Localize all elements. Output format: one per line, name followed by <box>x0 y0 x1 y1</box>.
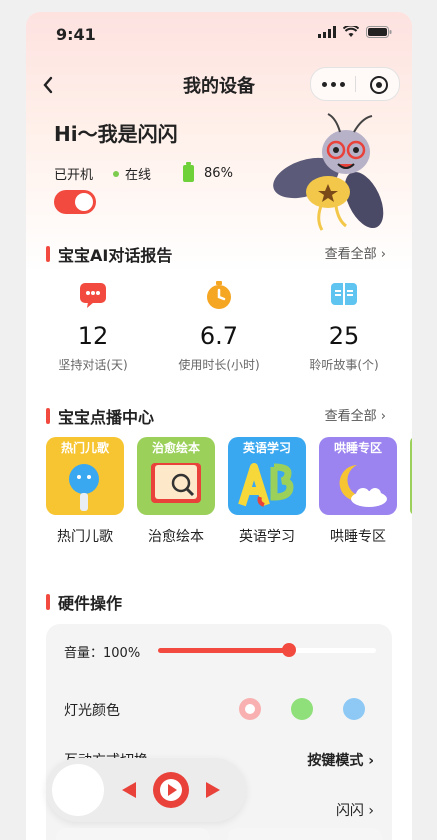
status-time: 9:41 <box>56 25 96 44</box>
category-card-partial[interactable] <box>410 437 412 515</box>
vod-section-title: 宝宝点播中心 <box>46 404 154 428</box>
vod-title: 宝宝点播中心 <box>58 408 155 427</box>
category-label: 治愈绘本 <box>148 529 204 545</box>
selected-ring <box>245 704 255 714</box>
picture-book-icon <box>151 463 201 503</box>
status-bar: 9:41 <box>26 12 412 56</box>
firefly-mascot-icon <box>273 113 384 231</box>
category-card-english[interactable]: 英语学习 <box>228 437 306 515</box>
wifi-icon <box>343 26 359 37</box>
section-marker <box>46 408 50 424</box>
section-marker <box>46 246 50 262</box>
stat-value: 25 <box>328 322 360 350</box>
stat-chat-days: 12 坚持对话(天) <box>33 280 153 373</box>
album-cover[interactable] <box>52 764 104 816</box>
device-name-value[interactable]: 闪闪 › <box>336 800 374 820</box>
play-button[interactable] <box>152 771 190 809</box>
online-dot-icon <box>113 170 120 177</box>
more-icon[interactable] <box>321 82 345 88</box>
timer-icon <box>207 281 231 309</box>
category-card-sleep[interactable]: 哄睡专区 <box>319 437 397 515</box>
stat-label: 使用时长(小时) <box>178 358 260 372</box>
hardware-title: 硬件操作 <box>58 594 123 613</box>
light-color-blue[interactable] <box>343 698 365 720</box>
status-icons <box>318 26 392 38</box>
bottom-card-right[interactable] <box>228 828 382 840</box>
light-color-green[interactable] <box>291 698 313 720</box>
battery-status-icon <box>366 26 392 38</box>
stat-usage-hours: 6.7 使用时长(小时) <box>159 280 279 373</box>
mini-program-capsule <box>310 67 400 101</box>
moon-cloud-icon <box>339 465 387 507</box>
report-see-all-link[interactable]: 查看全部 › <box>325 243 386 262</box>
chat-bubble-icon <box>80 283 106 308</box>
category-label: 英语学习 <box>239 529 295 545</box>
device-state-row: 已开机 在线 86% <box>54 162 233 183</box>
category-label: 热门儿歌 <box>57 529 113 545</box>
device-page: 9:41 我的设备 Hi～我是闪闪 已开机 在线 86% 宝宝AI对话报告 查看… <box>26 12 412 840</box>
volume-slider-fill <box>158 648 289 653</box>
stat-stories: 25 聆听故事(个) <box>284 280 404 373</box>
stat-label: 聆听故事(个) <box>309 358 379 372</box>
previous-icon[interactable] <box>118 780 138 800</box>
report-section-title: 宝宝AI对话报告 <box>46 242 172 266</box>
stat-label: 坚持对话(天) <box>58 358 128 372</box>
bottom-card-left[interactable] <box>56 828 210 840</box>
hardware-section-title: 硬件操作 <box>46 590 122 614</box>
stat-value: 6.7 <box>199 322 239 350</box>
online-status: 在线 <box>125 168 152 183</box>
battery-level: 86% <box>204 166 233 181</box>
battery-icon <box>183 162 195 182</box>
stat-value: 12 <box>77 322 109 350</box>
greeting: Hi～我是闪闪 <box>54 122 178 146</box>
report-title: 宝宝AI对话报告 <box>58 246 173 265</box>
volume-slider-knob[interactable] <box>281 643 296 657</box>
section-marker <box>46 594 50 610</box>
next-icon[interactable] <box>204 780 224 800</box>
category-card-songs[interactable]: 热门儿歌 <box>46 437 124 515</box>
mode-switch-value[interactable]: 按键模式 › <box>307 750 374 770</box>
power-status: 已开机 <box>54 168 94 183</box>
category-label: 哄睡专区 <box>330 529 386 545</box>
nav-bar: 我的设备 <box>26 64 412 104</box>
signal-icon <box>318 26 336 38</box>
category-card-picturebooks[interactable]: 治愈绘本 <box>137 437 215 515</box>
book-icon <box>331 283 357 305</box>
abc-letters-icon <box>238 463 294 507</box>
power-toggle[interactable] <box>54 190 96 214</box>
microphone-icon <box>69 464 99 511</box>
capsule-divider <box>355 76 356 92</box>
volume-label: 音量：100% <box>64 646 141 661</box>
close-target-icon[interactable] <box>370 76 388 94</box>
volume-slider[interactable] <box>158 643 376 657</box>
vod-see-all-link[interactable]: 查看全部 › <box>325 405 386 424</box>
mini-player <box>46 758 246 822</box>
light-color-pink[interactable] <box>239 698 261 720</box>
light-color-label: 灯光颜色 <box>64 703 120 719</box>
